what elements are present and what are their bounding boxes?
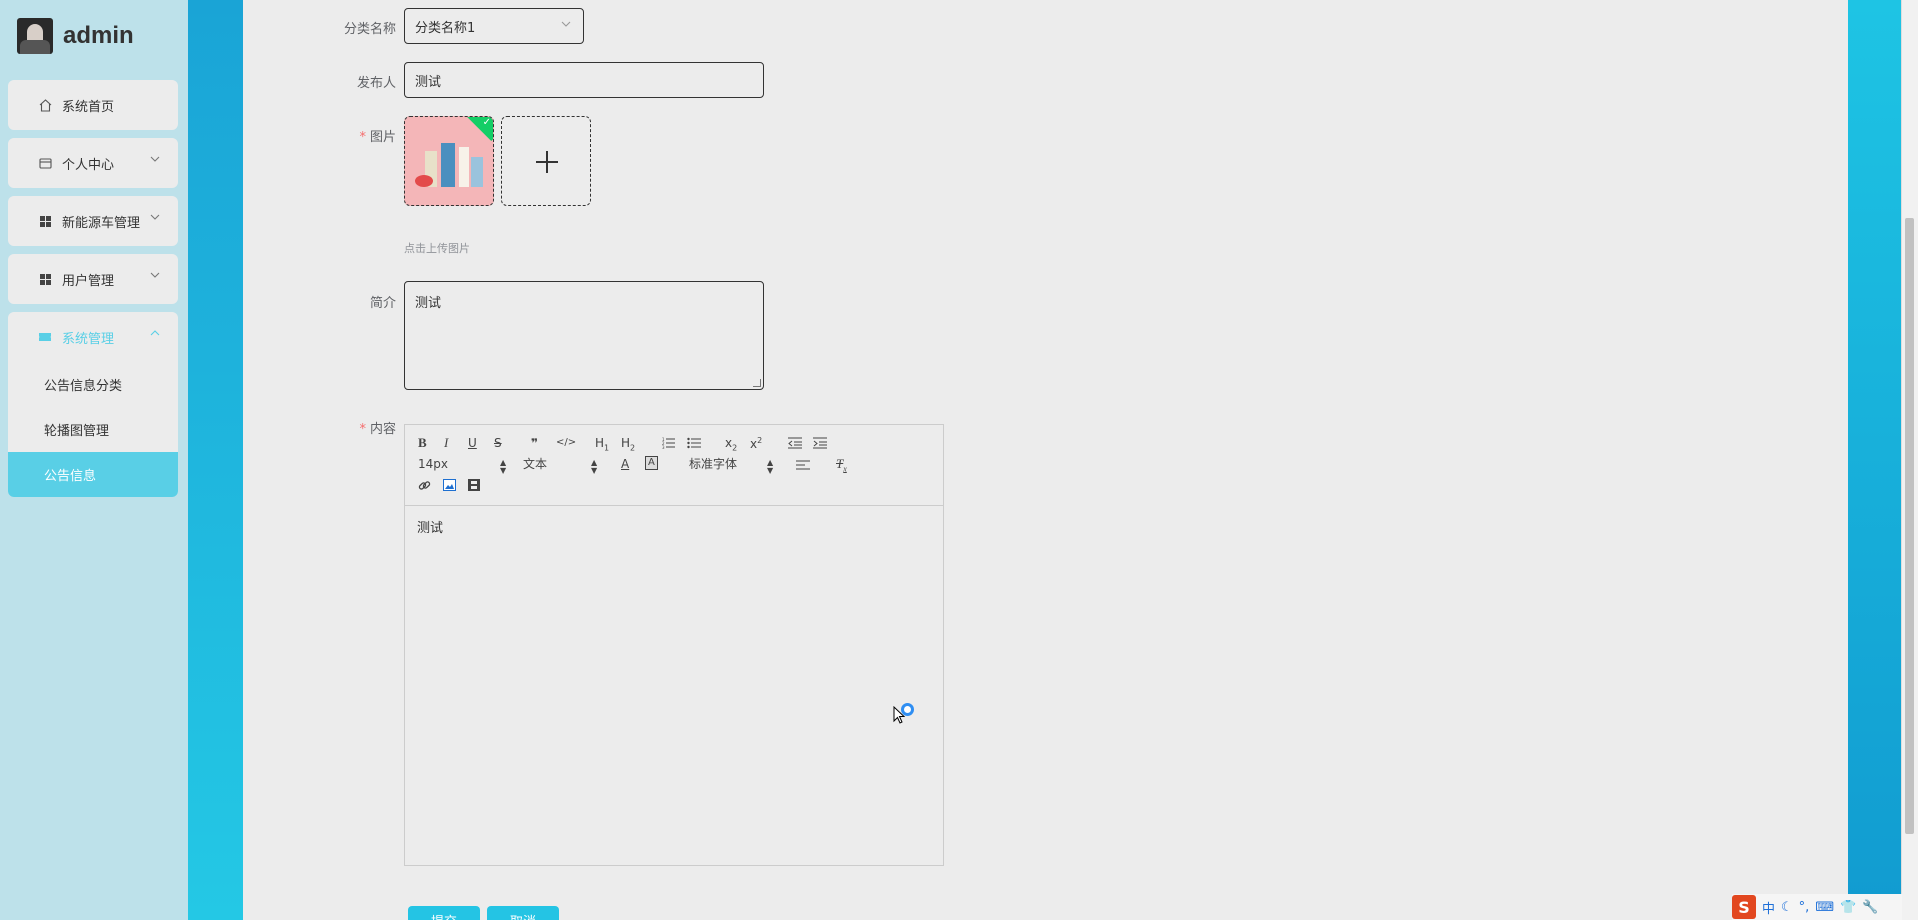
paragraph-select[interactable]: 文本 ▲ ▼: [523, 456, 603, 475]
chevron-down-icon: [561, 19, 571, 32]
content-label: * 内容: [276, 418, 396, 437]
chevron-down-icon: [150, 154, 160, 167]
decorative-band-left: [188, 0, 243, 920]
video-icon[interactable]: [468, 479, 480, 491]
svg-text:3: 3: [662, 445, 665, 449]
avatar: [17, 18, 53, 54]
bullet-list-icon[interactable]: [687, 437, 701, 449]
link-icon[interactable]: [418, 479, 431, 491]
intro-label: 简介: [369, 296, 396, 311]
category-select[interactable]: 分类名称1: [404, 8, 584, 44]
moon-icon[interactable]: ☾: [1781, 900, 1793, 915]
code-icon[interactable]: </>: [556, 435, 576, 451]
sidebar-item-system[interactable]: 系统管理: [8, 312, 178, 362]
font-size-value: 14px: [418, 457, 448, 471]
heading1-icon[interactable]: H1: [595, 435, 609, 456]
grid-icon: [36, 215, 54, 228]
submit-button[interactable]: 提交: [408, 906, 480, 920]
sogou-logo-icon[interactable]: S: [1732, 895, 1756, 919]
category-select-value: 分类名称1: [415, 20, 476, 36]
publisher-input[interactable]: 测试: [404, 62, 764, 98]
font-family-select[interactable]: 标准字体 ▲ ▼: [689, 456, 779, 475]
intro-textarea[interactable]: 测试: [404, 281, 764, 390]
home-icon: [36, 98, 54, 112]
subscript-icon[interactable]: x2: [725, 435, 737, 456]
sidebar-item-label: 系统首页: [62, 99, 115, 115]
background-color-icon[interactable]: A: [645, 456, 658, 470]
bold-icon[interactable]: B: [418, 435, 427, 451]
submenu-item-notice[interactable]: 公告信息: [8, 452, 178, 497]
grid-icon: [36, 273, 54, 286]
uploaded-image-thumbnail[interactable]: ✓: [404, 116, 494, 206]
font-size-select[interactable]: 14px ▲ ▼: [418, 456, 506, 475]
system-tray: S 中 ☾ °, ⌨ 👕 🔧: [1732, 894, 1902, 920]
wrench-icon[interactable]: 🔧: [1862, 900, 1878, 915]
sidebar-item-label: 用户管理: [62, 273, 115, 289]
wallet-icon: [36, 157, 54, 170]
sidebar-item-personal[interactable]: 个人中心: [8, 138, 178, 188]
shirt-icon[interactable]: 👕: [1840, 900, 1856, 915]
punctuation-icon[interactable]: °,: [1799, 900, 1810, 915]
upload-tip: 点击上传图片: [404, 242, 470, 255]
submenu-item-carousel[interactable]: 轮播图管理: [8, 407, 178, 452]
required-mark: *: [359, 422, 366, 437]
intro-text: 测试: [415, 296, 442, 311]
sidebar-item-home[interactable]: 系统首页: [8, 80, 178, 130]
image-label: * 图片: [276, 126, 396, 145]
keyboard-icon[interactable]: ⌨: [1815, 900, 1834, 915]
underline-icon[interactable]: U: [468, 435, 477, 451]
superscript-icon[interactable]: x2: [750, 433, 762, 452]
sidebar-item-ev-management[interactable]: 新能源车管理: [8, 196, 178, 246]
font-family-value: 标准字体: [689, 457, 738, 471]
editor-toolbar: B I U S ❞ </> H1 H2 123 x2 x2 14px ▲ ▼ 文本…: [405, 425, 943, 506]
editor-content[interactable]: 测试: [417, 517, 443, 536]
ime-mode[interactable]: 中: [1762, 898, 1775, 917]
scrollbar-thumb[interactable]: [1905, 218, 1914, 834]
font-color-icon[interactable]: A: [621, 456, 629, 472]
chevron-down-icon: [150, 270, 160, 283]
clear-format-icon[interactable]: Tx: [836, 456, 847, 478]
updown-icon: ▲ ▼: [500, 458, 507, 475]
strikethrough-icon[interactable]: S: [494, 435, 502, 451]
ticket-icon: [36, 331, 54, 343]
category-label: 分类名称: [343, 22, 396, 37]
check-icon: ✓: [482, 117, 491, 128]
heading2-icon[interactable]: H2: [621, 435, 635, 456]
italic-icon[interactable]: I: [444, 435, 448, 451]
sidebar-item-label: 新能源车管理: [62, 215, 141, 231]
resize-handle[interactable]: [753, 379, 761, 387]
ordered-list-icon[interactable]: 123: [662, 437, 675, 450]
updown-icon: ▲ ▼: [591, 458, 598, 475]
decorative-band-right: [1848, 0, 1901, 920]
brand: admin: [17, 18, 134, 54]
rich-text-editor: B I U S ❞ </> H1 H2 123 x2 x2 14px ▲ ▼ 文本…: [404, 424, 944, 866]
sidebar-item-label: 个人中心: [62, 157, 115, 173]
sidebar: admin 系统首页 个人中心 新能源车管理 用户管理 系统管理 公告信息分类 …: [0, 0, 188, 920]
brand-name: admin: [63, 22, 134, 49]
blockquote-icon[interactable]: ❞: [531, 435, 538, 451]
indent-icon[interactable]: [813, 437, 827, 449]
cancel-button[interactable]: 取消: [487, 906, 559, 920]
required-mark: *: [359, 130, 366, 145]
updown-icon: ▲ ▼: [767, 458, 774, 475]
submenu-item-notice-category[interactable]: 公告信息分类: [8, 362, 178, 407]
content-label-text: 内容: [369, 422, 396, 437]
publisher-label: 发布人: [356, 76, 396, 91]
image-icon[interactable]: [443, 479, 456, 491]
chevron-down-icon: [150, 212, 160, 225]
sidebar-item-users[interactable]: 用户管理: [8, 254, 178, 304]
image-label-text: 图片: [369, 130, 396, 145]
outdent-icon[interactable]: [788, 437, 802, 449]
loading-spinner-icon: [901, 703, 914, 716]
sidebar-item-label: 系统管理: [62, 331, 115, 347]
align-icon[interactable]: [796, 459, 810, 471]
system-submenu: 公告信息分类 轮播图管理 公告信息: [8, 362, 178, 497]
chevron-up-icon: [150, 328, 160, 341]
image-upload-button[interactable]: [501, 116, 591, 206]
paragraph-value: 文本: [523, 457, 548, 471]
